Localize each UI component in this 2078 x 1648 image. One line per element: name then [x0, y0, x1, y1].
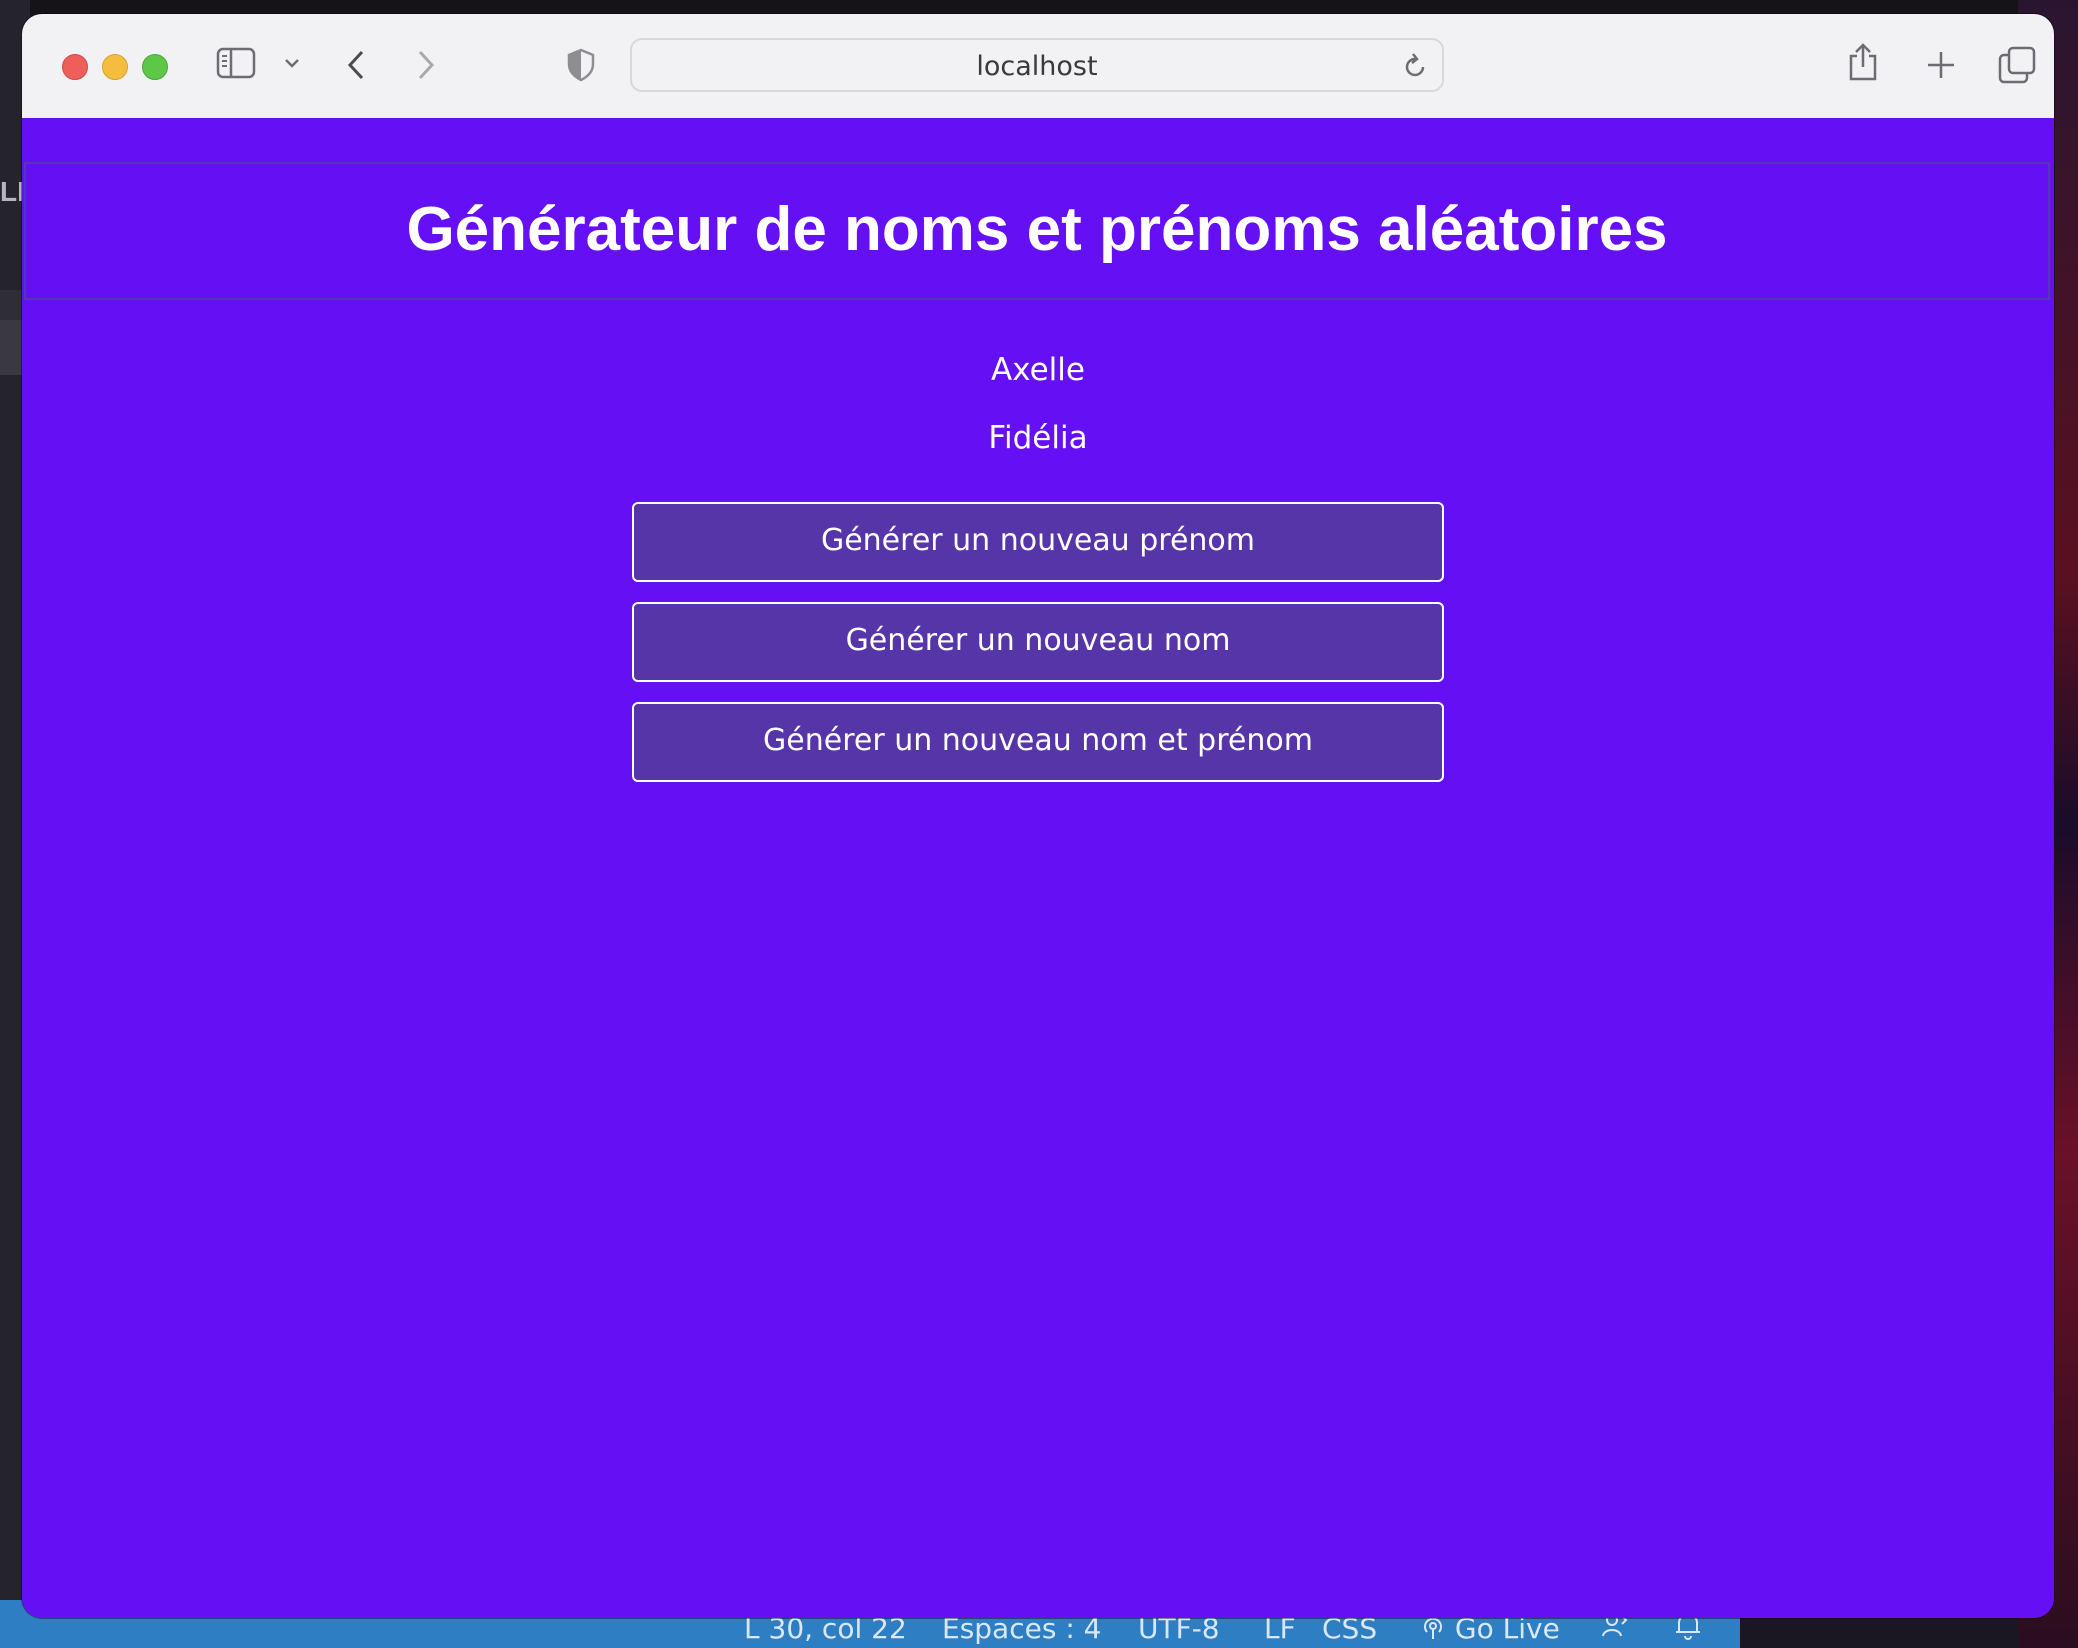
page-title: Générateur de noms et prénoms aléatoires — [406, 195, 1668, 264]
share-icon[interactable] — [1846, 42, 1880, 87]
chevron-down-icon[interactable] — [284, 56, 300, 74]
back-arrow-icon[interactable] — [344, 48, 368, 87]
privacy-shield-icon[interactable] — [566, 48, 596, 87]
generated-last-name: Fidélia — [988, 420, 1088, 456]
address-bar[interactable]: localhost — [630, 38, 1444, 92]
tab-overview-icon[interactable] — [1998, 46, 2036, 89]
minimize-window-button[interactable] — [102, 54, 128, 80]
generate-full-name-button[interactable]: Générer un nouveau nom et prénom — [632, 702, 1444, 782]
generate-last-name-button[interactable]: Générer un nouveau nom — [632, 602, 1444, 682]
sidebar-toggle-icon[interactable] — [216, 46, 256, 85]
browser-toolbar: localhost — [22, 14, 2054, 119]
reload-icon[interactable] — [1402, 52, 1428, 85]
broadcast-icon — [1424, 1617, 1442, 1639]
generate-first-name-button[interactable]: Générer un nouveau prénom — [632, 502, 1444, 582]
browser-window: localhost Générateur de noms et prénoms … — [22, 14, 2054, 1618]
new-tab-plus-icon[interactable] — [1926, 50, 1956, 85]
desktop-menubar — [0, 0, 2078, 14]
web-page: Générateur de noms et prénoms aléatoires… — [22, 118, 2054, 1618]
generated-first-name: Axelle — [991, 352, 1085, 388]
fullscreen-window-button[interactable] — [142, 54, 168, 80]
url-text: localhost — [976, 51, 1098, 82]
page-header: Générateur de noms et prénoms aléatoires — [24, 162, 2050, 300]
forward-arrow-icon[interactable] — [414, 48, 438, 87]
close-window-button[interactable] — [62, 54, 88, 80]
